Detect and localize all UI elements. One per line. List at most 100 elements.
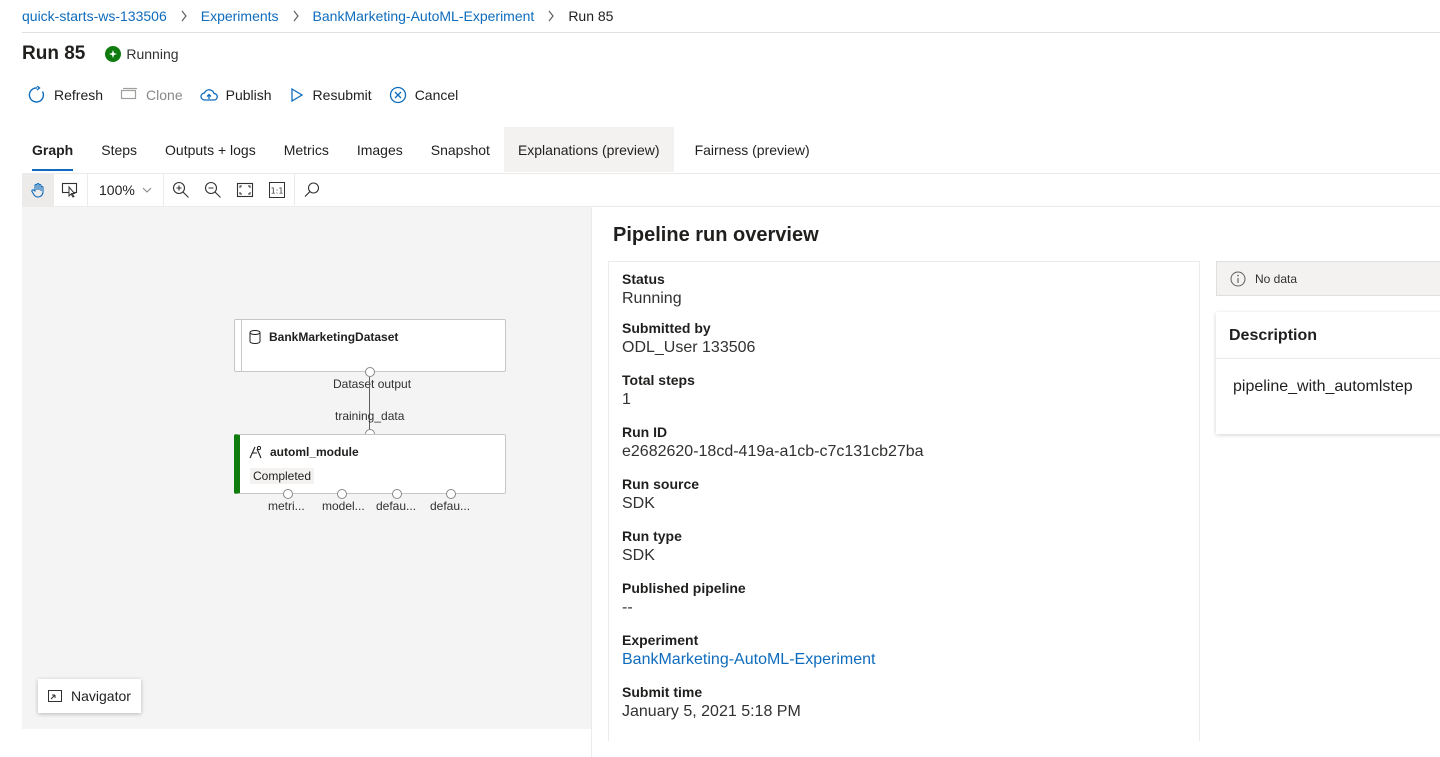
- cancel-circle-icon: [389, 86, 406, 104]
- refresh-label: Refresh: [54, 87, 104, 103]
- play-icon: [290, 87, 303, 103]
- field-value: January 5, 2021 5:18 PM: [622, 703, 801, 720]
- publish-label: Publish: [225, 87, 272, 103]
- output-label-default-1: defau...: [376, 499, 417, 513]
- zoom-dropdown[interactable]: 100%: [89, 174, 162, 206]
- clone-button[interactable]: Clone: [120, 86, 183, 104]
- field-submitted-by: Submitted by ODL_User 133506: [622, 319, 755, 359]
- search-icon: [304, 182, 319, 197]
- breadcrumb-workspace-link[interactable]: quick-starts-ws-133506: [22, 8, 167, 24]
- page-title: Run 85: [22, 43, 86, 64]
- field-value: SDK: [622, 547, 655, 564]
- field-run-type: Run type SDK: [622, 527, 682, 567]
- field-status: Status Running: [622, 270, 682, 310]
- tab-graph[interactable]: Graph: [18, 127, 87, 172]
- field-total-steps: Total steps 1: [622, 371, 695, 411]
- svg-text:1:1: 1:1: [270, 187, 283, 196]
- field-label: Total steps: [622, 372, 695, 388]
- field-label: Run source: [622, 476, 700, 492]
- info-icon: [1230, 271, 1246, 286]
- field-label: Submit time: [622, 684, 703, 700]
- actual-size-icon: 1:1: [268, 182, 285, 198]
- experiment-link[interactable]: BankMarketing-AutoML-Experiment: [622, 649, 875, 671]
- module-status-badge: Completed: [250, 468, 315, 484]
- description-heading: Description: [1229, 327, 1318, 344]
- resubmit-button[interactable]: Resubmit: [289, 87, 372, 103]
- tab-fairness[interactable]: Fairness (preview): [674, 127, 824, 172]
- pan-hand-button[interactable]: [22, 174, 54, 206]
- module-output-port-metrics[interactable]: [283, 489, 293, 499]
- actual-size-button[interactable]: 1:1: [261, 174, 293, 206]
- field-run-source: Run source SDK: [622, 475, 699, 515]
- edge-label: training_data: [335, 409, 405, 423]
- breadcrumb: quick-starts-ws-133506 Experiments BankM…: [22, 0, 1440, 33]
- run-details-card: Status Running Submitted by ODL_User 133…: [608, 261, 1200, 741]
- cloud-upload-icon: [199, 89, 218, 101]
- tab-snapshot[interactable]: Snapshot: [417, 127, 504, 172]
- chevron-down-icon: [142, 187, 152, 193]
- pipeline-edge[interactable]: [369, 377, 370, 433]
- select-button[interactable]: [54, 174, 86, 206]
- database-icon: [249, 330, 261, 344]
- hand-icon: [31, 182, 44, 198]
- tab-outputs-logs[interactable]: Outputs + logs: [151, 127, 270, 172]
- chevron-right-icon: [292, 10, 300, 22]
- description-text: pipeline_with_automlstep: [1233, 378, 1413, 395]
- tab-metrics[interactable]: Metrics: [270, 127, 343, 172]
- no-data-text: No data: [1255, 271, 1298, 286]
- clone-icon: [120, 87, 138, 100]
- field-label: Run type: [622, 528, 682, 544]
- tab-explanations[interactable]: Explanations (preview): [503, 127, 674, 172]
- status-text: Running: [126, 46, 179, 62]
- field-label: Published pipeline: [622, 580, 746, 596]
- no-data-message: No data: [1216, 261, 1440, 296]
- graph-toolbar: 100% 1:1: [22, 173, 1440, 207]
- field-value: e2682620-18cd-419a-a1cb-c7c131cb27ba: [622, 443, 924, 460]
- dataset-node-header: BankMarketingDataset: [249, 330, 398, 344]
- dataset-output-port[interactable]: [365, 367, 375, 377]
- breadcrumb-experiment-link[interactable]: BankMarketing-AutoML-Experiment: [313, 8, 535, 24]
- toolbar-divider: [293, 173, 295, 207]
- status-badge: Running: [105, 46, 179, 62]
- zoom-in-button[interactable]: [165, 174, 197, 206]
- module-output-port-default-1[interactable]: [392, 489, 402, 499]
- panel-title: Pipeline run overview: [613, 224, 819, 246]
- refresh-button[interactable]: Refresh: [28, 86, 103, 104]
- zoom-out-button[interactable]: [197, 174, 229, 206]
- cancel-button[interactable]: Cancel: [389, 86, 458, 104]
- refresh-icon: [28, 86, 45, 103]
- module-output-port-default-2[interactable]: [446, 489, 456, 499]
- page-header: Run 85 Running: [22, 43, 179, 65]
- dataset-node-title: BankMarketingDataset: [269, 330, 399, 344]
- running-status-icon: [105, 46, 122, 62]
- resubmit-label: Resubmit: [312, 87, 372, 103]
- publish-button[interactable]: Publish: [199, 86, 272, 104]
- clone-label: Clone: [146, 87, 183, 103]
- dataset-output-label: Dataset output: [333, 377, 412, 391]
- toolbar-divider: [162, 173, 164, 207]
- automl-module-node[interactable]: automl_module Completed: [234, 434, 506, 494]
- field-value: ODL_User 133506: [622, 339, 756, 356]
- field-published-pipeline: Published pipeline --: [622, 579, 746, 619]
- field-value: --: [622, 599, 633, 616]
- zoom-out-icon: [204, 181, 221, 198]
- breadcrumb-current: Run 85: [568, 8, 614, 24]
- chevron-right-icon: [180, 10, 188, 22]
- navigator-button[interactable]: Navigator: [38, 679, 141, 713]
- pipeline-overview-panel: Pipeline run overview Status Running Sub…: [591, 207, 1440, 757]
- field-label: Run ID: [622, 424, 668, 440]
- zoom-value: 100%: [99, 182, 135, 198]
- tab-steps[interactable]: Steps: [87, 127, 151, 172]
- field-label: Experiment: [622, 632, 699, 648]
- module-output-port-model[interactable]: [337, 489, 347, 499]
- zoom-in-icon: [172, 181, 189, 198]
- breadcrumb-experiments-link[interactable]: Experiments: [201, 8, 279, 24]
- search-graph-button[interactable]: [296, 174, 328, 206]
- graph-canvas[interactable]: BankMarketingDataset Dataset output trai…: [22, 207, 591, 729]
- field-label: Submitted by: [622, 320, 711, 336]
- dataset-node[interactable]: BankMarketingDataset: [234, 319, 506, 372]
- select-pointer-icon: [61, 182, 78, 198]
- tab-images[interactable]: Images: [343, 127, 417, 172]
- fit-to-screen-button[interactable]: [229, 174, 261, 206]
- navigator-label: Navigator: [71, 688, 131, 704]
